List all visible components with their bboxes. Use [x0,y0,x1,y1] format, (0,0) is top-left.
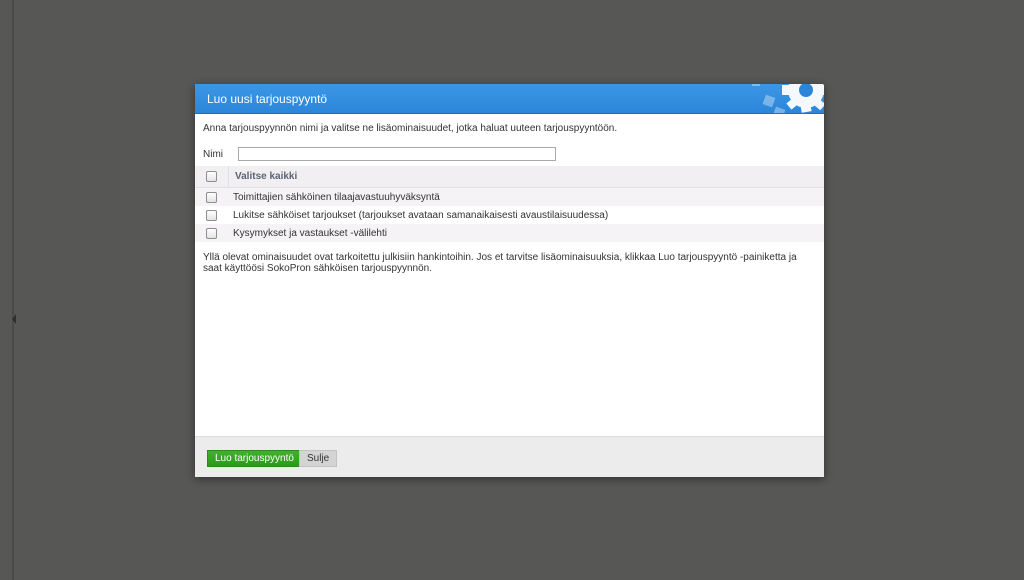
create-tender-button[interactable]: Luo tarjouspyyntö [207,450,302,467]
option-checkbox-cell [195,206,228,224]
feature-options-table: Valitse kaikki Toimittajien sähköinen ti… [195,166,824,242]
option-label: Kysymykset ja vastaukset -välilehti [233,227,387,239]
option-checkbox-cell [195,224,228,242]
create-tender-dialog: Luo uusi tarjouspyyntö Anna tarjouspyynn… [195,84,824,477]
option-checkbox[interactable] [206,209,217,221]
select-all-checkbox-cell [195,166,229,187]
name-label: Nimi [203,148,223,160]
intro-text: Anna tarjouspyynnön nimi ja valitse ne l… [203,123,618,134]
option-label: Toimittajien sähköinen tilaajavastuuhyvä… [233,191,440,203]
option-label: Lukitse sähköiset tarjoukset (tarjoukset… [233,209,609,221]
select-all-checkbox[interactable] [206,171,217,182]
close-button[interactable]: Sulje [299,450,338,467]
option-row: Lukitse sähköiset tarjoukset (tarjoukset… [195,206,824,224]
option-checkbox[interactable] [206,227,217,239]
option-checkbox-cell [195,188,228,206]
dialog-body: Anna tarjouspyynnön nimi ja valitse ne l… [195,114,824,274]
collapse-arrow-icon[interactable] [12,314,16,324]
select-all-label: Valitse kaikki [235,171,298,182]
dialog-footer: Luo tarjouspyyntö Sulje [195,436,824,477]
dialog-header: Luo uusi tarjouspyyntö [195,84,824,114]
select-all-row: Valitse kaikki [195,166,824,188]
option-checkbox[interactable] [206,191,217,203]
option-row: Toimittajien sähköinen tilaajavastuuhyvä… [195,188,824,206]
name-input[interactable] [238,147,556,161]
info-note: Yllä olevat ominaisuudet ovat tarkoitett… [203,252,797,274]
name-row: Nimi [195,143,824,165]
dialog-title: Luo uusi tarjouspyyntö [207,92,328,106]
gear-icon [752,84,824,113]
background-panel-edge [12,0,14,580]
option-row: Kysymykset ja vastaukset -välilehti [195,224,824,242]
